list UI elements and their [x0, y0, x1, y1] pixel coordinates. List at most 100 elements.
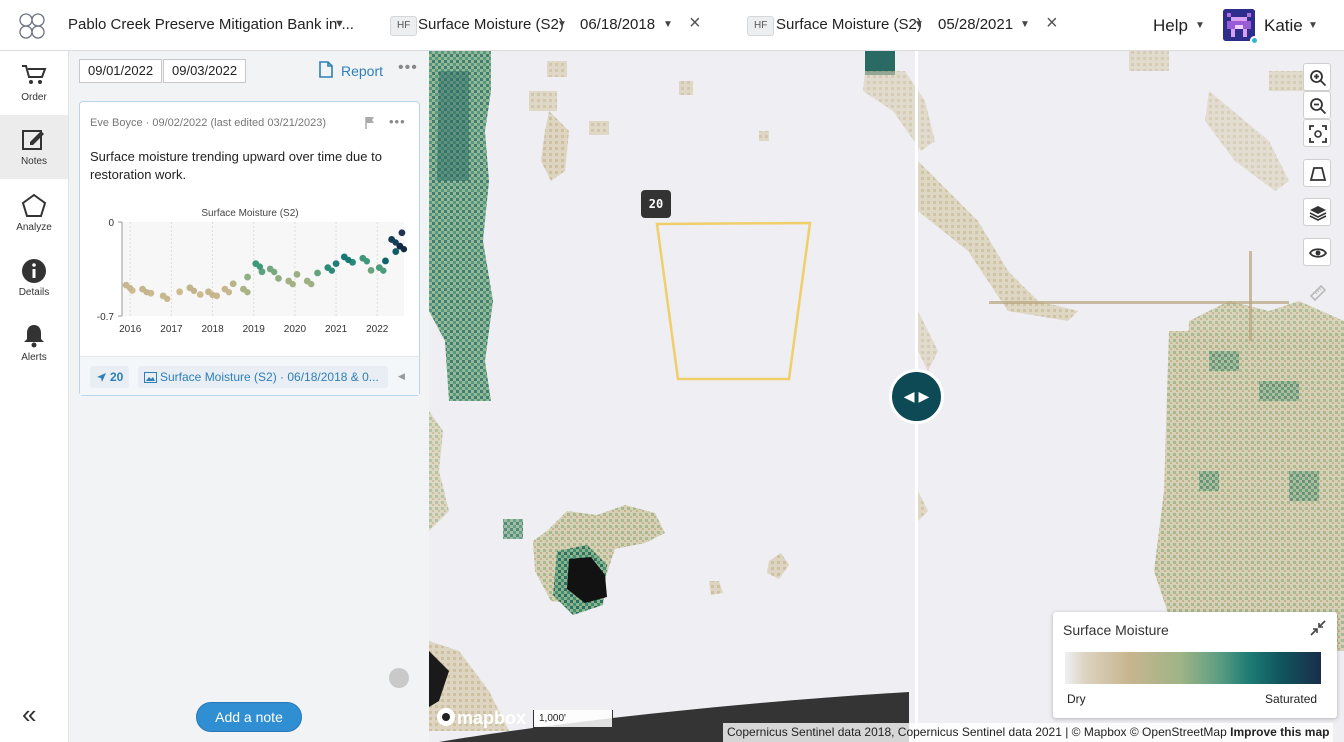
rail-label: Order	[21, 92, 47, 103]
location-marker[interactable]: 20	[641, 190, 671, 218]
date-from-field[interactable]: 09/01/2022	[79, 59, 163, 83]
rail-item-alerts[interactable]: Alerts	[0, 311, 68, 375]
mapbox-logo[interactable]: mapbox	[437, 708, 526, 729]
collapse-icon[interactable]	[1309, 619, 1327, 637]
legend-high-label: Saturated	[1265, 692, 1318, 706]
close-left-layer-icon[interactable]: ×	[689, 12, 701, 35]
zoom-out-button[interactable]	[1303, 91, 1331, 119]
project-selector[interactable]: Pablo Creek Preserve Mitigation Bank in …	[68, 16, 354, 33]
data-point	[244, 273, 251, 281]
moisture-chart: Surface Moisture (S2) 2016 2017 2018 2019 20…	[97, 208, 408, 335]
chevron-down-icon[interactable]: ▼	[334, 18, 345, 30]
location-chip[interactable]: 20	[90, 366, 130, 388]
mapbox-wordmark: mapbox	[457, 708, 527, 728]
improve-map-link[interactable]: Improve this map	[1230, 725, 1329, 739]
data-point	[256, 263, 263, 270]
chevron-down-icon[interactable]: ▼	[1020, 19, 1030, 30]
data-point	[190, 287, 198, 294]
data-point	[163, 295, 171, 303]
zoom-in-button[interactable]	[1303, 63, 1331, 91]
location-chip-label: 20	[110, 370, 124, 384]
map-attribution: Copernicus Sentinel data 2018, Copernicu…	[723, 723, 1334, 742]
hex-logo-icon[interactable]	[16, 11, 50, 41]
data-point	[345, 256, 352, 264]
help-menu[interactable]: Help	[1153, 16, 1188, 36]
data-point	[126, 284, 134, 292]
layer-chip[interactable]: Surface Moisture (S2) · 06/18/2018 & 0..…	[138, 366, 388, 388]
y-tick-label: 0	[108, 218, 114, 229]
data-point	[398, 229, 406, 237]
legend-color-ramp	[1065, 652, 1321, 684]
data-point	[392, 239, 399, 246]
chevron-down-icon[interactable]: ▼	[663, 19, 673, 30]
rail-item-details[interactable]: Details	[0, 246, 68, 310]
perspective-button[interactable]	[1303, 159, 1331, 187]
info-icon	[22, 259, 46, 283]
x-tick-label: 2019	[243, 324, 266, 335]
ruler-icon[interactable]	[1308, 283, 1328, 303]
more-options-icon[interactable]: •••	[398, 59, 418, 77]
data-point	[229, 280, 237, 288]
rail-label: Notes	[20, 156, 48, 167]
data-point	[275, 275, 282, 282]
rail-item-order[interactable]: Order	[0, 51, 68, 115]
y-tick-label: -0.7	[97, 312, 115, 323]
bell-icon	[24, 325, 44, 348]
data-point	[176, 288, 184, 296]
scroll-handle[interactable]	[389, 668, 409, 688]
trapezoid-icon	[1309, 167, 1327, 181]
document-icon	[319, 61, 333, 78]
rail-item-analyze[interactable]: Analyze	[0, 181, 68, 245]
avatar-pixel-icon	[1223, 9, 1255, 41]
top-bar: Pablo Creek Preserve Mitigation Bank in …	[0, 0, 1344, 51]
map-view[interactable]: ◀ ▶ 20 Surface Moisture Dry Saturated ma…	[429, 51, 1344, 742]
image-icon	[144, 372, 157, 384]
scale-bar: 1,000'	[533, 710, 613, 728]
data-point	[400, 245, 408, 253]
data-point	[308, 280, 315, 288]
report-label: Report	[341, 63, 384, 79]
x-tick-label: 2021	[325, 324, 348, 335]
right-layer-selector[interactable]: Surface Moisture (S2)	[776, 16, 922, 33]
pentagon-icon	[21, 193, 47, 217]
data-point	[382, 257, 389, 265]
rail-label: Details	[18, 287, 50, 298]
note-card[interactable]: Eve Boyce · 09/02/2022 (last edited 03/2…	[79, 101, 420, 396]
left-date-selector[interactable]: 06/18/2018	[580, 16, 655, 33]
left-layer-selector[interactable]: Surface Moisture (S2)	[418, 16, 564, 33]
close-right-layer-icon[interactable]: ×	[1046, 12, 1058, 35]
x-tick-label: 2018	[201, 324, 224, 335]
rail-label: Alerts	[21, 352, 47, 363]
location-arrow-icon	[97, 373, 106, 383]
note-options-icon[interactable]: •••	[389, 114, 406, 129]
chevron-left-icon[interactable]: ◀	[398, 371, 405, 382]
chevron-down-icon[interactable]: ▼	[914, 19, 924, 30]
layers-icon	[1309, 206, 1327, 221]
right-date-selector[interactable]: 05/28/2021	[938, 16, 1013, 33]
data-point	[314, 269, 321, 277]
rail-item-notes[interactable]: Notes	[0, 115, 68, 179]
chevron-down-icon[interactable]: ▼	[557, 19, 567, 30]
eye-icon	[1309, 248, 1327, 258]
flag-icon[interactable]	[364, 116, 376, 129]
data-point	[244, 288, 251, 296]
avatar[interactable]	[1223, 9, 1255, 41]
online-status-dot	[1250, 36, 1259, 45]
chevron-down-icon[interactable]: ▼	[1308, 20, 1318, 31]
date-to-field[interactable]: 09/03/2022	[163, 59, 247, 83]
swap-arrows-icon[interactable]: ◀ ▶	[889, 369, 944, 424]
add-note-button[interactable]: Add a note	[196, 702, 302, 732]
left-layer-badge: HF	[390, 16, 418, 36]
legend-low-label: Dry	[1067, 692, 1086, 706]
data-point	[363, 258, 371, 265]
layers-button[interactable]	[1303, 198, 1331, 226]
zoom-to-extent-button[interactable]	[1303, 119, 1331, 147]
zoom-extent-icon	[1309, 125, 1327, 143]
zoom-out-icon	[1310, 98, 1327, 115]
collapse-panel-icon[interactable]: «	[22, 699, 36, 730]
user-menu[interactable]: Katie	[1264, 16, 1303, 36]
data-point	[225, 288, 233, 296]
visibility-button[interactable]	[1303, 238, 1331, 266]
chart-title: Surface Moisture (S2)	[201, 208, 298, 219]
chevron-down-icon[interactable]: ▼	[1195, 20, 1205, 31]
